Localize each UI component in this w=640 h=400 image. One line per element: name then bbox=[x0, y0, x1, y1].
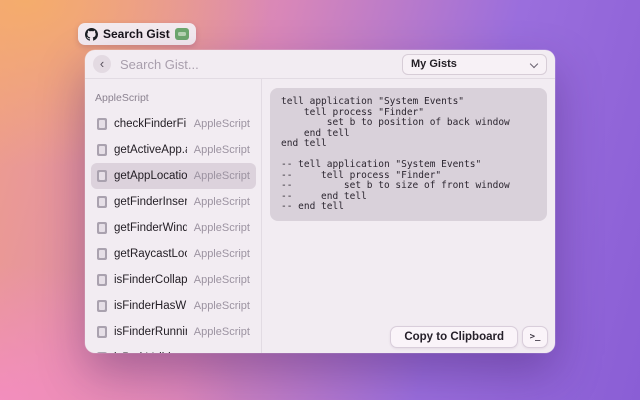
list-item[interactable]: getFinderWindowP... AppleScript bbox=[91, 215, 256, 241]
list-item-name: isFinderCollapsed.a... bbox=[114, 274, 187, 286]
gist-scope-dropdown[interactable]: My Gists bbox=[402, 53, 547, 75]
list-item-type: AppleScript bbox=[193, 144, 250, 156]
list-item[interactable]: getRaycastLocatio... AppleScript bbox=[91, 241, 256, 267]
copy-to-clipboard-button[interactable]: Copy to Clipboard bbox=[390, 326, 518, 348]
code-block: tell application "System Events" tell pr… bbox=[270, 88, 547, 221]
list-item-type: AppleScript bbox=[193, 222, 250, 234]
document-icon bbox=[97, 300, 107, 312]
list-item[interactable]: isFinderHasWindow... AppleScript bbox=[91, 293, 256, 319]
list-item-name: isPathValid.applesc... bbox=[114, 352, 187, 353]
gist-detail-pane: tell application "System Events" tell pr… bbox=[262, 79, 555, 353]
document-icon bbox=[97, 222, 107, 234]
dropdown-value: My Gists bbox=[411, 58, 457, 70]
search-input[interactable]: Search Gist... bbox=[120, 57, 402, 72]
list-item-name: getFinderWindowP... bbox=[114, 222, 187, 234]
gist-list-pane: AppleScript checkFinderFileExi... AppleS… bbox=[85, 79, 262, 353]
list-item[interactable]: getAppLocation.ap... AppleScript bbox=[91, 163, 256, 189]
list-item-name: getFinderInsertion... bbox=[114, 196, 187, 208]
list-item-type: AppleScript bbox=[194, 352, 250, 353]
list-item[interactable]: isFinderCollapsed.a... AppleScript bbox=[91, 267, 256, 293]
launcher-pill[interactable]: Search Gist bbox=[78, 23, 196, 45]
list-item-type: AppleScript bbox=[193, 300, 250, 312]
list-item[interactable]: getActiveApp.apple... AppleScript bbox=[91, 137, 256, 163]
chevron-left-icon: ‹ bbox=[99, 55, 105, 71]
section-header: AppleScript bbox=[95, 92, 149, 104]
github-icon bbox=[85, 27, 98, 41]
document-icon bbox=[97, 352, 107, 353]
terminal-button[interactable]: >_ bbox=[522, 326, 548, 348]
list-item[interactable]: checkFinderFileExi... AppleScript bbox=[91, 111, 256, 137]
launcher-pill-label: Search Gist bbox=[103, 27, 170, 41]
list-item-name: getAppLocation.ap... bbox=[114, 170, 187, 182]
list-item-name: checkFinderFileExi... bbox=[114, 118, 187, 130]
list-item-type: AppleScript bbox=[193, 326, 250, 338]
document-icon bbox=[97, 144, 107, 156]
list-item-name: getActiveApp.apple... bbox=[114, 144, 187, 156]
document-icon bbox=[97, 196, 107, 208]
list-item-type: AppleScript bbox=[193, 170, 250, 182]
gist-list: checkFinderFileExi... AppleScript getAct… bbox=[91, 111, 256, 353]
document-icon bbox=[97, 248, 107, 260]
list-item[interactable]: getFinderInsertion... AppleScript bbox=[91, 189, 256, 215]
search-gist-window: ‹ Search Gist... My Gists AppleScript ch… bbox=[85, 50, 555, 353]
window-body: AppleScript checkFinderFileExi... AppleS… bbox=[85, 79, 555, 353]
document-icon bbox=[97, 118, 107, 130]
document-icon bbox=[97, 274, 107, 286]
list-item-name: getRaycastLocatio... bbox=[114, 248, 187, 260]
document-icon bbox=[97, 170, 107, 182]
action-bar: Copy to Clipboard >_ bbox=[390, 326, 548, 348]
back-button[interactable]: ‹ bbox=[93, 55, 111, 73]
window-header: ‹ Search Gist... My Gists bbox=[85, 50, 555, 79]
document-icon bbox=[97, 326, 107, 338]
list-item-type: AppleScript bbox=[193, 196, 250, 208]
list-item-type: AppleScript bbox=[193, 118, 250, 130]
list-item[interactable]: isFinderRunning.ap... AppleScript bbox=[91, 319, 256, 345]
list-item-type: AppleScript bbox=[193, 248, 250, 260]
list-item-type: AppleScript bbox=[193, 274, 250, 286]
list-item-name: isFinderHasWindow... bbox=[114, 300, 187, 312]
green-badge-icon bbox=[174, 28, 189, 40]
list-item[interactable]: isPathValid.applesc... AppleScript bbox=[91, 345, 256, 353]
terminal-icon: >_ bbox=[529, 332, 541, 342]
list-item-name: isFinderRunning.ap... bbox=[114, 326, 187, 338]
chevron-down-icon bbox=[530, 60, 538, 68]
